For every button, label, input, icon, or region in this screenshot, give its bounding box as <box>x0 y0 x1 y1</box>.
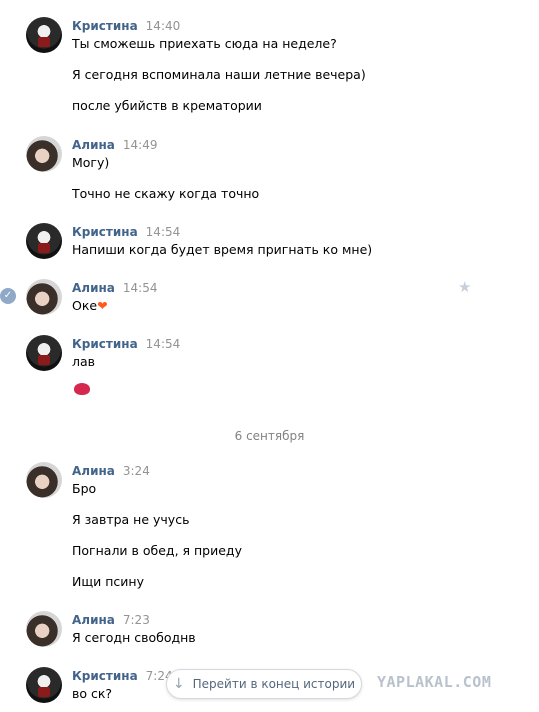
message-text: Ищи псину <box>72 574 144 589</box>
avatar[interactable] <box>26 335 62 371</box>
message-author[interactable]: Кристина 14:54 <box>72 225 180 239</box>
date-separator: 6 сентября <box>234 429 305 443</box>
message-text: Я сегодня вспоминала наши летние вечера) <box>72 67 366 82</box>
jump-to-end-label: Перейти в конец истории <box>192 677 356 691</box>
avatar[interactable] <box>26 136 62 172</box>
check-icon[interactable]: ✓ <box>0 288 16 304</box>
message-text: Я сегодн свободнв <box>72 630 196 645</box>
arrow-down-icon: ↓ <box>172 676 185 692</box>
message-text: Могу) <box>72 155 110 170</box>
message-author[interactable]: Алина 7:23 <box>72 613 150 627</box>
avatar[interactable] <box>26 462 62 498</box>
kiss-lips-icon <box>74 383 90 395</box>
message-text: лав <box>72 354 96 369</box>
message-time[interactable]: 14:40 <box>146 19 181 33</box>
message-author[interactable]: Алина 3:24 <box>72 464 150 478</box>
message-text: Точно не скажу когда точно <box>72 186 260 201</box>
message-text: Я завтра не учусь <box>72 512 190 527</box>
heart-icon: ❤ <box>97 298 108 313</box>
message-text: после убийств в крематории <box>72 98 262 113</box>
message-author[interactable]: Кристина 14:54 <box>72 337 180 351</box>
message-time[interactable]: 7:23 <box>123 613 150 627</box>
message-text: Бро <box>72 481 97 496</box>
message-author[interactable]: Алина 14:49 <box>72 138 157 152</box>
avatar[interactable] <box>26 667 62 703</box>
message-author[interactable]: Алина 14:54 <box>72 281 157 295</box>
star-icon[interactable]: ★ <box>458 278 471 296</box>
avatar[interactable] <box>26 611 62 647</box>
avatar[interactable] <box>26 279 62 315</box>
message-time[interactable]: 3:24 <box>123 464 150 478</box>
message-text: Напиши когда будет время пригнать ко мне… <box>72 242 373 257</box>
message-author[interactable]: Кристина 14:40 <box>72 19 180 33</box>
message-time[interactable]: 14:54 <box>146 337 181 351</box>
message-time[interactable]: 14:54 <box>146 225 181 239</box>
message-time[interactable]: 14:54 <box>123 281 158 295</box>
message-text: во ск? <box>72 686 113 701</box>
message-text: Оке❤ <box>72 298 108 313</box>
watermark: YAPLAKAL.COM <box>377 673 492 691</box>
avatar[interactable] <box>26 223 62 259</box>
jump-to-end-button[interactable]: ↓ Перейти в конец истории <box>166 669 362 699</box>
message-author[interactable]: Кристина 7:24 <box>72 669 173 683</box>
message-text: Погнали в обед, я приеду <box>72 543 242 558</box>
message-text: Ты сможешь приехать сюда на неделе? <box>72 36 337 51</box>
avatar[interactable] <box>26 17 62 53</box>
message-time[interactable]: 14:49 <box>123 138 158 152</box>
